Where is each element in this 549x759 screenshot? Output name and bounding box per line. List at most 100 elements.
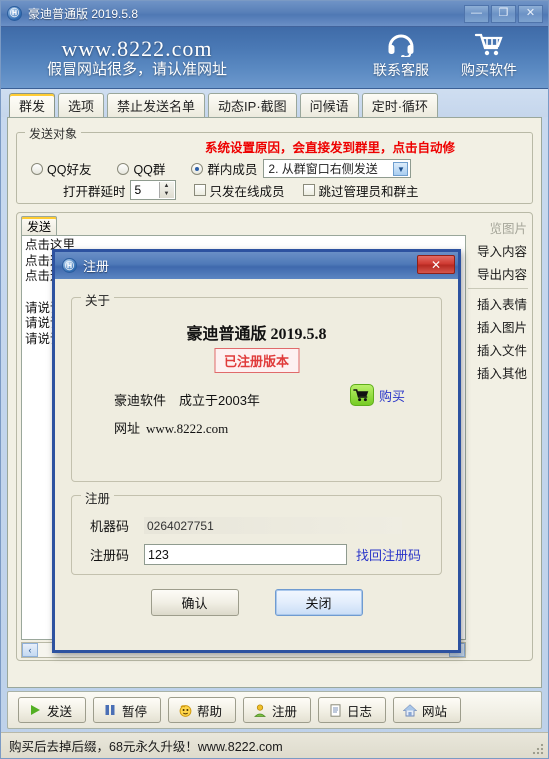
warning-text[interactable]: 系统设置原因，会直接发到群里，点击自动修 [205,137,541,156]
radio-qq-group-label: QQ群 [133,163,166,177]
buy-software-action[interactable]: 购买软件 [452,31,526,80]
editor-tabstrip: 发送 [21,216,58,235]
about-company: 豪迪软件 成立于2003年 [114,393,260,408]
send-mode-select[interactable]: 2. 从群窗口右侧发送 ▼ [263,159,412,178]
banner-actions: 联系客服 购买软件 [364,31,526,80]
side-button-insert-other[interactable]: 插入其他 [467,362,529,383]
editor-tab-send[interactable]: 发送 [21,216,58,235]
status-bar: 购买后去掉后缀，68元永久升级！www.8222.com [1,732,548,758]
close-button[interactable]: ✕ [518,4,543,23]
tab-dynamic-ip[interactable]: 动态IP·截图 [208,93,297,117]
delay-row: 打开群延时 5 ▲ ▼ 只发在线成员 跳过管理员和群主 [63,180,419,200]
side-button-import[interactable]: 导入内容 [467,240,529,261]
website-button[interactable]: 网站 [393,697,461,723]
target-radio-row: QQ好友 QQ群 群内成员 2. 从群窗口右侧发送 ▼ [31,159,412,178]
play-icon [28,703,42,717]
delay-stepper[interactable]: 5 ▲ ▼ [129,180,176,200]
side-button-export[interactable]: 导出内容 [467,263,529,284]
tab-xuanxiang[interactable]: 选项 [58,93,105,117]
chevron-down-icon[interactable]: ▼ [393,162,409,176]
tab-blocklist[interactable]: 禁止发送名单 [107,93,206,117]
buy-software-label: 购买软件 [461,62,517,78]
tab-schedule[interactable]: 定时·循环 [361,93,439,117]
cart-icon [474,31,504,59]
radio-icon-selected [191,162,204,175]
send-target-group: 发送对象 系统设置原因，会直接发到群里，点击自动修 QQ好友 QQ群 群内成员 … [16,125,533,204]
radio-icon [117,162,130,175]
send-mode-value: 2. 从群窗口右侧发送 [268,162,378,176]
checkbox-skip-admins-label: 跳过管理员和群主 [318,184,419,199]
machine-code-label: 机器码 [90,519,130,534]
side-button-insert-emoji[interactable]: 插入表情 [467,293,529,314]
radio-qq-friend-label: QQ好友 [47,163,92,177]
radio-group-members[interactable]: 群内成员 [191,159,257,178]
stepper-up-icon[interactable]: ▲ [160,182,174,190]
about-website-row: 网址 www.8222.com [114,418,228,437]
banner-text-block: www.8222.com 假冒网站很多，请认准网址 [47,37,227,78]
register-legend: 注册 [81,488,115,507]
dialog-titlebar: Ⓗ 注册 ✕ [55,252,458,279]
dialog-title: 注册 [83,259,110,274]
side-button-preview-image[interactable]: 览图片 [467,217,529,238]
dialog-close-button[interactable]: ✕ [417,255,455,274]
help-face-icon [178,703,192,717]
window-title: 豪迪普通版 2019.5.8 [28,7,139,21]
side-button-insert-image[interactable]: 插入图片 [467,316,529,337]
pause-icon [103,703,117,717]
tab-greeting[interactable]: 问候语 [299,93,359,117]
registration-code-label: 注册码 [90,548,130,563]
minimize-button[interactable]: — [464,4,489,23]
delay-label: 打开群延时 [63,184,126,199]
maximize-button[interactable]: ❐ [491,4,516,23]
main-window: Ⓗ 豪迪普通版 2019.5.8 — ❐ ✕ www.8222.com 假冒网站… [0,0,549,759]
status-text: 购买后去掉后缀，68元永久升级！www.8222.com [9,740,283,754]
pause-button[interactable]: 暂停 [93,697,161,723]
recover-code-link[interactable]: 找回注册码 [356,545,421,564]
checkbox-online-only[interactable]: 只发在线成员 [193,181,285,200]
register-button[interactable]: 注册 [243,697,311,723]
about-website-value: www.8222.com [146,421,229,436]
about-legend: 关于 [81,290,115,309]
help-button[interactable]: 帮助 [168,697,236,723]
window-controls: — ❐ ✕ [464,4,545,23]
bottom-toolbar: 发送 暂停 帮助 注册 日志 网站 [7,691,542,729]
checkbox-skip-admins[interactable]: 跳过管理员和群主 [302,181,419,200]
side-button-insert-file[interactable]: 插入文件 [467,339,529,360]
confirm-button[interactable]: 确认 [150,589,239,616]
register-button-label: 注册 [272,704,298,719]
log-button[interactable]: 日志 [318,697,386,723]
main-tabstrip: 群发 选项 禁止发送名单 动态IP·截图 问候语 定时·循环 [1,89,548,117]
registration-code-row: 注册码 找回注册码 [90,544,421,565]
editor-side-buttons: 览图片 导入内容 导出内容 插入表情 插入图片 插入文件 插入其他 [467,217,529,383]
radio-qq-group[interactable]: QQ群 [117,159,165,178]
log-button-label: 日志 [347,704,373,719]
contact-support-label: 联系客服 [373,62,429,78]
pause-button-label: 暂停 [122,704,148,719]
about-group: 关于 豪迪普通版 2019.5.8 已注册版本 豪迪软件 成立于2003年 网址… [71,290,442,482]
stepper-down-icon[interactable]: ▼ [160,190,174,198]
checkbox-icon [193,184,206,196]
dialog-button-row: 确认 关闭 [55,589,458,616]
app-icon: Ⓗ [7,6,22,21]
scroll-left-icon[interactable]: ‹ [22,643,38,657]
send-button[interactable]: 发送 [18,697,86,723]
side-divider [468,288,528,289]
machine-code-row: 机器码 0264027751 [90,516,402,535]
buy-link[interactable]: 购买 [349,384,405,406]
machine-code-value: 0264027751 [144,517,402,534]
help-button-label: 帮助 [197,704,223,719]
about-website-label: 网址 [114,421,141,436]
registration-code-input[interactable] [144,544,347,565]
about-version: 豪迪普通版 2019.5.8 [186,326,327,343]
registration-dialog: Ⓗ 注册 ✕ 关于 豪迪普通版 2019.5.8 已注册版本 豪迪软件 成立于2… [52,249,461,653]
send-button-label: 发送 [47,704,73,719]
stepper-buttons[interactable]: ▲ ▼ [158,182,174,198]
delay-value: 5 [134,183,142,197]
radio-icon [31,162,43,175]
radio-qq-friend[interactable]: QQ好友 [31,159,91,178]
tab-qunfa[interactable]: 群发 [9,93,56,117]
send-target-legend: 发送对象 [25,125,82,142]
close-dialog-button[interactable]: 关闭 [274,589,363,616]
contact-support-action[interactable]: 联系客服 [364,31,438,80]
resize-grip-icon[interactable] [531,742,545,756]
